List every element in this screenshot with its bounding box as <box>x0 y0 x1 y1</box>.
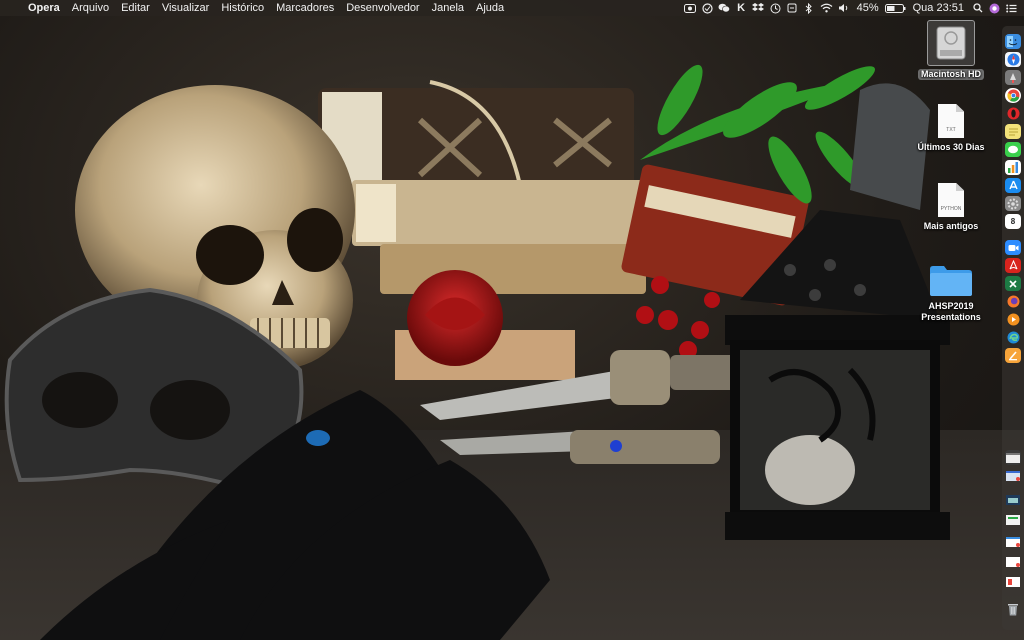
trash-icon[interactable] <box>1005 602 1021 617</box>
calendar-icon[interactable]: 8 <box>1005 214 1021 229</box>
battery-percentage[interactable]: 45% <box>852 2 884 14</box>
desktop-wallpaper <box>0 0 1024 640</box>
ahsp2019-label-line2: Presentations <box>921 312 981 322</box>
bluetooth-icon[interactable] <box>801 0 818 16</box>
ahsp2019-label-line1: AHSP2019 <box>928 301 974 311</box>
messages-icon[interactable] <box>1005 142 1021 157</box>
calendar-day: 8 <box>1010 217 1016 226</box>
dropbox-icon[interactable] <box>750 0 767 16</box>
firefox-icon[interactable] <box>1005 294 1021 309</box>
dock: 8 <box>1002 26 1024 630</box>
klack-k-icon[interactable]: K <box>733 0 750 16</box>
macintosh-hd-label: Macintosh HD <box>917 69 984 80</box>
desktop-icon-ultimos-30-dias[interactable]: TXT Últimos 30 Dias <box>909 104 993 153</box>
minimized-window-3[interactable] <box>1005 492 1021 507</box>
numbers-icon[interactable] <box>1005 160 1021 175</box>
menu-desenvolvedor[interactable]: Desenvolvedor <box>340 0 425 16</box>
menu-editar[interactable]: Editar <box>115 0 156 16</box>
safari-icon[interactable] <box>1005 52 1021 67</box>
pages-icon[interactable] <box>1005 348 1021 363</box>
ultimos-30-dias-label: Últimos 30 Dias <box>917 142 985 152</box>
folder-icon <box>929 265 973 297</box>
still-life-wallpaper-image <box>0 64 1024 640</box>
minimized-window-2[interactable] <box>1005 468 1021 483</box>
notes-icon[interactable] <box>1005 124 1021 139</box>
mais-antigos-label: Mais antigos <box>923 221 979 231</box>
system-preferences-icon[interactable] <box>1005 196 1021 211</box>
volume-icon[interactable] <box>835 0 852 16</box>
wechat-icon[interactable] <box>716 0 733 16</box>
vlc-icon[interactable] <box>1005 312 1021 327</box>
minimized-window-7[interactable] <box>1005 574 1021 589</box>
menu-marcadores[interactable]: Marcadores <box>270 0 340 16</box>
hard-drive-icon <box>927 20 975 66</box>
menu-visualizar[interactable]: Visualizar <box>156 0 216 16</box>
menu-ajuda[interactable]: Ajuda <box>470 0 510 16</box>
vpn-icon[interactable] <box>784 0 801 16</box>
opera-icon[interactable] <box>1005 106 1021 121</box>
minimized-window-4[interactable] <box>1005 512 1021 527</box>
status-area: K 45% Qua 23:51 <box>682 0 1020 16</box>
edge-icon[interactable] <box>1005 330 1021 345</box>
battery-icon[interactable] <box>884 0 908 16</box>
text-file-icon: TXT <box>938 104 964 138</box>
siri-icon[interactable] <box>986 0 1003 16</box>
finder-icon[interactable] <box>1005 34 1021 49</box>
minimized-window-5[interactable] <box>1005 534 1021 549</box>
spotlight-search-icon[interactable] <box>969 0 986 16</box>
screen-record-icon[interactable] <box>682 0 699 16</box>
minimized-window-6[interactable] <box>1005 554 1021 569</box>
app-menu-opera[interactable]: Opera <box>22 0 66 16</box>
wifi-icon[interactable] <box>818 0 835 16</box>
excel-icon[interactable] <box>1005 276 1021 291</box>
notification-center-icon[interactable] <box>1003 0 1020 16</box>
launchpad-icon[interactable] <box>1005 70 1021 85</box>
zoom-icon[interactable] <box>1005 240 1021 255</box>
menubar-clock[interactable]: Qua 23:51 <box>908 2 969 14</box>
chrome-icon[interactable] <box>1005 88 1021 103</box>
desktop-icon-macintosh-hd[interactable]: Macintosh HD <box>909 20 993 80</box>
menu-bar: Opera Arquivo Editar Visualizar Históric… <box>0 0 1024 16</box>
python-file-icon: PYTHON <box>938 183 964 217</box>
time-machine-icon[interactable] <box>767 0 784 16</box>
minimized-window-1[interactable] <box>1005 450 1021 465</box>
menu-arquivo[interactable]: Arquivo <box>66 0 115 16</box>
menu-janela[interactable]: Janela <box>426 0 470 16</box>
desktop-icon-mais-antigos[interactable]: PYTHON Mais antigos <box>909 183 993 232</box>
app-store-icon[interactable] <box>1005 178 1021 193</box>
acrobat-icon[interactable] <box>1005 258 1021 273</box>
desktop-icon-ahsp2019-folder[interactable]: AHSP2019 Presentations <box>909 265 993 323</box>
sync-icon[interactable] <box>699 0 716 16</box>
menu-historico[interactable]: Histórico <box>215 0 270 16</box>
